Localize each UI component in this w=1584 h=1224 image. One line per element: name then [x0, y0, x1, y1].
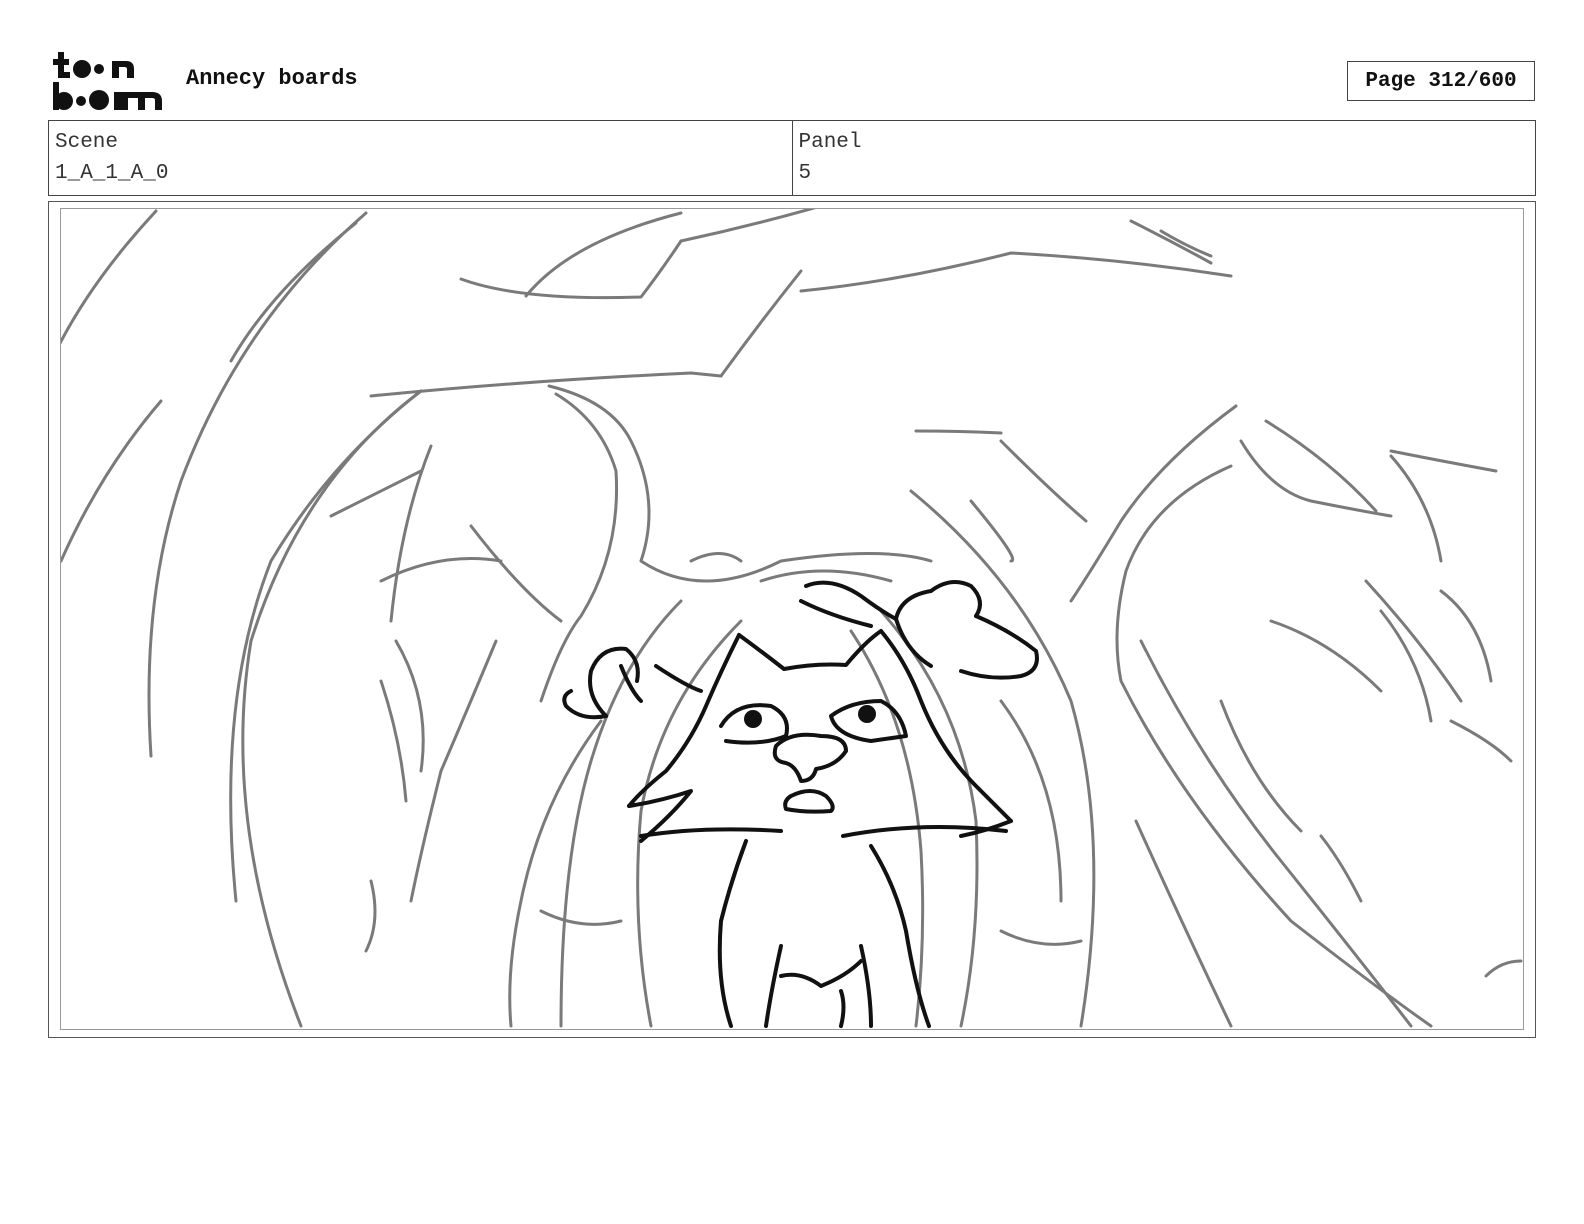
panel-value: 5 — [798, 162, 812, 185]
scene-value: 1_A_1_A_0 — [55, 162, 169, 185]
panel-cell: Panel 5 — [791, 121, 1536, 195]
scene-cell: Scene 1_A_1_A_0 — [49, 121, 792, 195]
toon-boom-logo — [53, 52, 162, 110]
scene-label: Scene — [55, 131, 119, 154]
page-indicator: Page 312/600 — [1347, 61, 1535, 101]
panel-label: Panel — [798, 131, 862, 154]
storyboard-sketch — [61, 209, 1523, 1028]
background-rough-sketch — [61, 209, 1523, 1028]
fox-eyes — [744, 705, 876, 728]
scene-panel-info: Scene 1_A_1_A_0 Panel 5 — [48, 120, 1536, 196]
storyboard-panel — [60, 208, 1524, 1030]
document-title: Annecy boards — [186, 66, 358, 91]
fox-character-ink — [562, 580, 1039, 1028]
